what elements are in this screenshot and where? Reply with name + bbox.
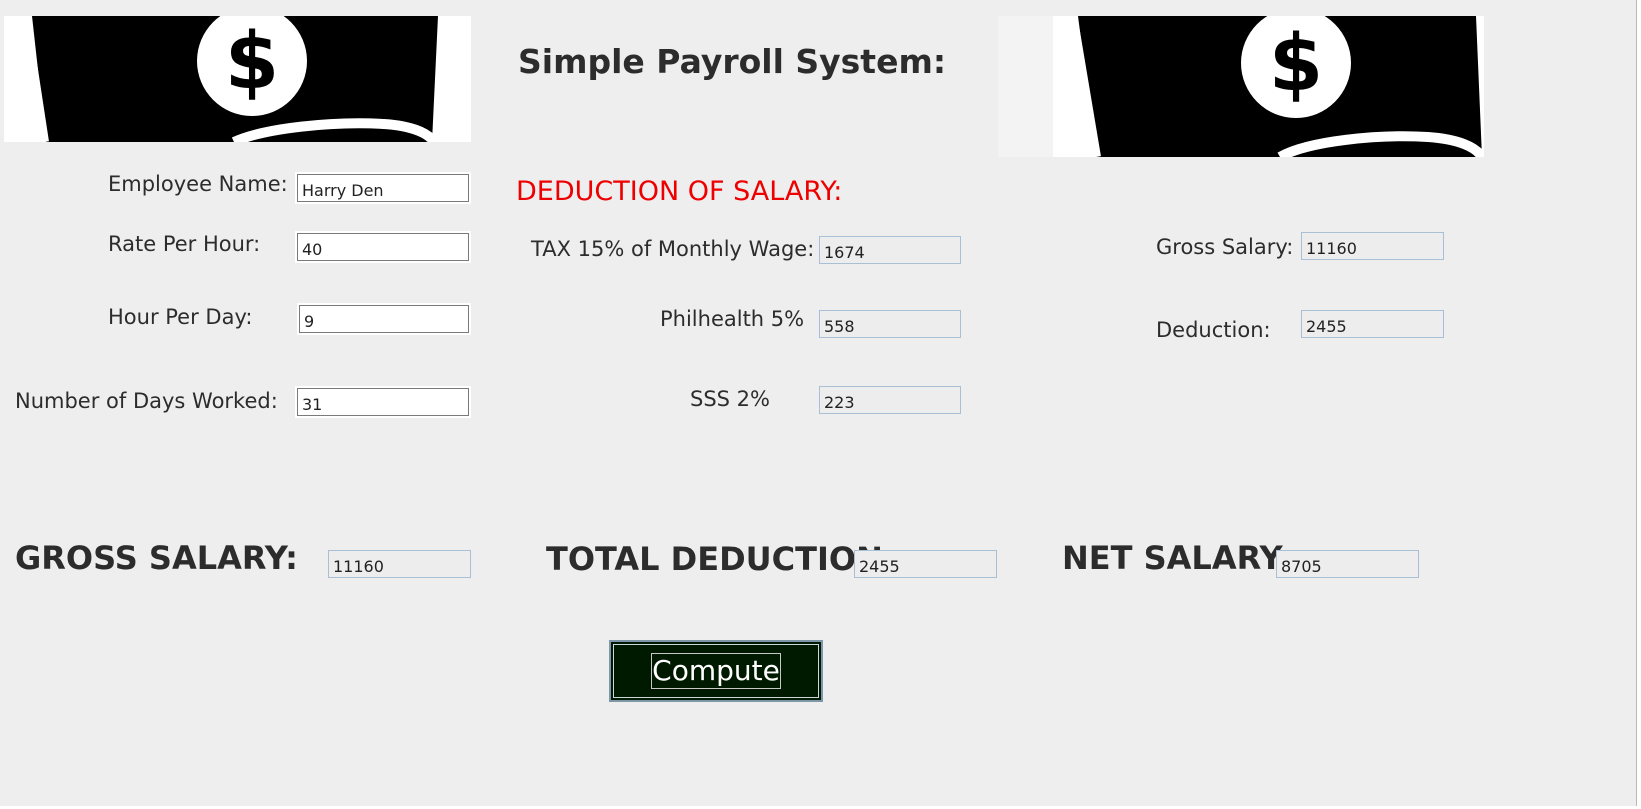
sss-field[interactable] — [819, 386, 961, 414]
rate-per-hour-field[interactable] — [297, 233, 469, 261]
total-deduction-field[interactable] — [854, 550, 997, 578]
gross-salary-field[interactable] — [1301, 232, 1444, 260]
deduction-field[interactable] — [1301, 310, 1444, 338]
total-gross-salary-field[interactable] — [328, 550, 471, 578]
compute-button[interactable]: Compute — [609, 640, 823, 702]
deduction-label: Deduction: — [1156, 318, 1271, 342]
money-dollar-bill-icon: $ — [998, 16, 1484, 157]
svg-text:$: $ — [225, 17, 279, 107]
payroll-window: $ $ Simple Payroll System: Employee Name… — [0, 0, 1637, 807]
days-worked-field[interactable] — [297, 388, 469, 416]
employee-name-label: Employee Name: — [108, 172, 288, 196]
svg-text:$: $ — [1269, 19, 1323, 109]
philhealth-label: Philhealth 5% — [660, 307, 805, 331]
sss-label: SSS 2% — [690, 387, 770, 411]
money-dollar-bill-icon: $ — [4, 16, 471, 142]
total-gross-salary-label: GROSS SALARY: — [15, 539, 298, 577]
days-worked-label: Number of Days Worked: — [15, 389, 278, 413]
net-salary-label: NET SALARY: — [1062, 539, 1293, 577]
hour-per-day-label: Hour Per Day: — [108, 305, 253, 329]
tax-label: TAX 15% of Monthly Wage: — [531, 237, 815, 261]
total-deduction-label: TOTAL DEDUCTION: — [546, 540, 896, 578]
employee-name-field[interactable] — [297, 174, 469, 202]
compute-button-label: Compute — [651, 653, 781, 689]
hour-per-day-field[interactable] — [299, 305, 469, 333]
deduction-heading: DEDUCTION OF SALARY: — [516, 176, 843, 207]
net-salary-field[interactable] — [1276, 550, 1419, 578]
philhealth-field[interactable] — [819, 310, 961, 338]
gross-salary-label: Gross Salary: — [1156, 235, 1294, 259]
rate-per-hour-label: Rate Per Hour: — [108, 232, 261, 256]
tax-field[interactable] — [819, 236, 961, 264]
page-title: Simple Payroll System: — [518, 42, 947, 81]
